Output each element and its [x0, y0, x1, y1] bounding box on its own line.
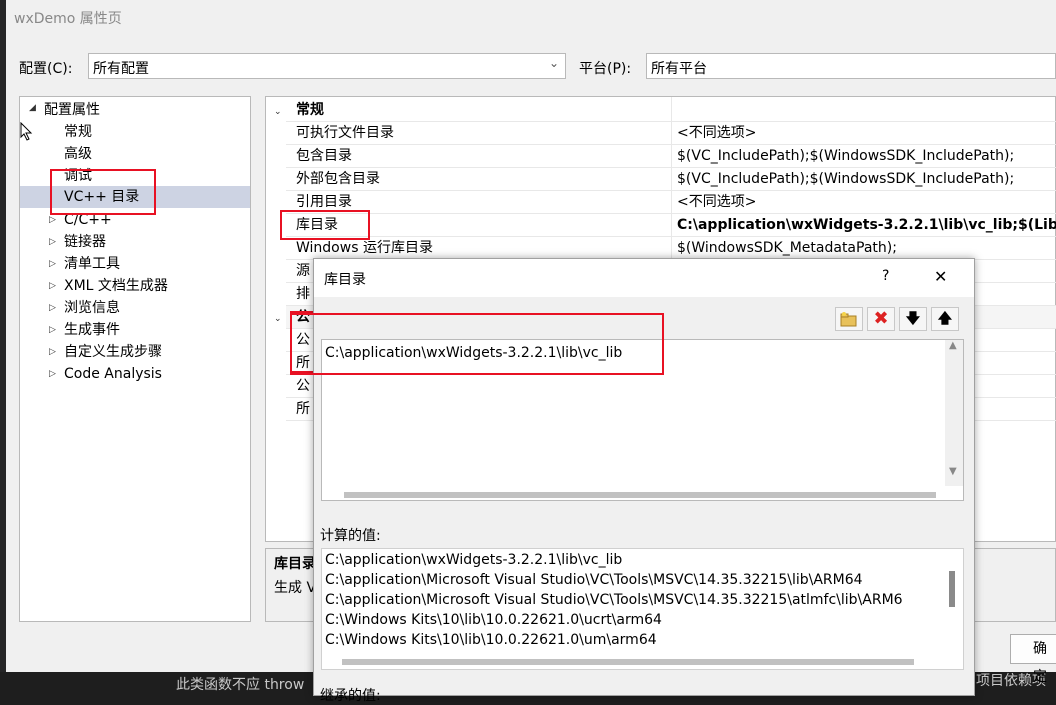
config-combo[interactable]: 所有配置 ⌄ [88, 53, 566, 79]
move-down-button[interactable]: 🡇 [899, 307, 927, 331]
grid-row-value: $(VC_IncludePath);$(WindowsSDK_IncludePa… [677, 148, 1015, 164]
grid-row-value: $(VC_IncludePath);$(WindowsSDK_IncludePa… [677, 171, 1015, 187]
grid-row[interactable]: 包含目录 $(VC_IncludePath);$(WindowsSDK_Inclu… [286, 145, 1056, 168]
tree-item-manifest-tool[interactable]: 清单工具 [64, 253, 120, 275]
delete-line-button[interactable]: ✖ [867, 307, 895, 331]
background-status-text: 此类函数不应 throw [176, 677, 305, 693]
grid-row-value: <不同选项> [677, 194, 757, 210]
tree-item-xml-doc[interactable]: XML 文档生成器 [64, 275, 168, 297]
expand-triangle-icon[interactable]: ▷ [49, 281, 56, 291]
collapse-chevron-icon[interactable]: ⌄ [274, 107, 282, 117]
collapse-chevron-icon[interactable]: ⌄ [274, 314, 282, 324]
config-label: 配置(C): [19, 61, 73, 77]
computed-value: C:\Windows Kits\10\lib\10.0.22621.0\um\a… [325, 632, 657, 648]
horizontal-scrollbar[interactable] [342, 659, 914, 665]
grid-row[interactable]: 可执行文件目录 <不同选项> [286, 122, 1056, 145]
computed-value: C:\Windows Kits\10\lib\10.0.22621.0\ucrt… [325, 612, 662, 628]
arrow-up-icon: 🡅 [937, 311, 953, 327]
grid-row[interactable]: 引用目录 <不同选项> [286, 191, 1056, 214]
delete-icon: ✖ [873, 308, 889, 329]
grid-row-name: 排 [296, 286, 310, 302]
help-button[interactable]: ? [882, 268, 889, 284]
grid-row-value: C:\application\wxWidgets-3.2.2.1\lib\vc_… [677, 217, 1056, 233]
highlight-box [280, 210, 370, 240]
scroll-up-icon[interactable]: ▲ [949, 340, 957, 351]
grid-row-name: 所 [296, 401, 310, 417]
tree-item-code-analysis[interactable]: Code Analysis [64, 363, 162, 385]
move-up-button[interactable]: 🡅 [931, 307, 959, 331]
description-text: 生成 V [274, 580, 317, 596]
computed-value: C:\application\Microsoft Visual Studio\V… [325, 572, 863, 588]
dialog-title: 库目录 [324, 272, 366, 288]
tree-item-general[interactable]: 常规 [64, 121, 92, 143]
highlight-box [290, 313, 664, 375]
grid-row-library-dirs[interactable]: 库目录 C:\application\wxWidgets-3.2.2.1\lib\… [286, 214, 1056, 237]
chevron-down-icon: ⌄ [548, 56, 559, 70]
config-combo-value: 所有配置 [93, 61, 149, 77]
close-button[interactable]: ✕ [934, 267, 947, 286]
computed-value: C:\application\wxWidgets-3.2.2.1\lib\vc_… [325, 552, 623, 568]
section-general[interactable]: 常规 [286, 99, 1056, 122]
grid-row-name: Windows 运行库目录 [296, 240, 433, 256]
mouse-cursor-icon [20, 122, 33, 141]
grid-row-name: 可执行文件目录 [296, 125, 394, 141]
grid-row-name: 外部包含目录 [296, 171, 380, 187]
vertical-scrollbar[interactable]: ▲ ▼ [945, 340, 963, 486]
grid-row[interactable]: 外部包含目录 $(VC_IncludePath);$(WindowsSDK_Inc… [286, 168, 1056, 191]
tree-item-custom-build[interactable]: 自定义生成步骤 [64, 341, 162, 363]
new-folder-icon [840, 312, 857, 327]
platform-combo-value: 所有平台 [651, 61, 707, 77]
highlight-box [50, 169, 156, 215]
library-directories-dialog: 库目录 ? ✕ ✖ 🡇 🡅 C:\application\wxWidgets-3… [290, 258, 975, 704]
vertical-scroll-thumb[interactable] [949, 571, 955, 607]
expand-triangle-icon[interactable]: ▷ [49, 237, 56, 247]
dialog-titlebar: 库目录 ? ✕ [314, 259, 974, 297]
computed-value: C:\application\Microsoft Visual Studio\V… [325, 592, 903, 608]
section-general-label: 常规 [296, 102, 324, 118]
platform-combo[interactable]: 所有平台 [646, 53, 1056, 79]
expand-triangle-icon[interactable]: ▷ [49, 325, 56, 335]
expand-triangle-icon[interactable]: ▷ [49, 259, 56, 269]
grid-row[interactable]: Windows 运行库目录 $(WindowsSDK_MetadataPath); [286, 237, 1056, 260]
scroll-down-icon[interactable]: ▼ [949, 466, 957, 477]
platform-label: 平台(P): [579, 61, 632, 77]
property-tree: ◢ 配置属性 常规 高级 调试 VC++ 目录 ▷ C/C++ ▷ 链接器 ▷ … [19, 96, 251, 622]
grid-row-value: $(WindowsSDK_MetadataPath); [677, 240, 897, 256]
arrow-down-icon: 🡇 [905, 311, 921, 327]
grid-row-value: <不同选项> [677, 125, 757, 141]
grid-row-name: 包含目录 [296, 148, 352, 164]
expand-triangle-icon[interactable]: ◢ [29, 103, 36, 113]
tree-item-advanced[interactable]: 高级 [64, 143, 92, 165]
grid-row-name: 源 [296, 263, 310, 279]
window-title: wxDemo 属性页 [14, 11, 122, 27]
expand-triangle-icon[interactable]: ▷ [49, 303, 56, 313]
tree-item-build-events[interactable]: 生成事件 [64, 319, 120, 341]
new-line-button[interactable] [835, 307, 863, 331]
expand-triangle-icon[interactable]: ▷ [49, 369, 56, 379]
tree-root[interactable]: 配置属性 [44, 99, 100, 121]
expand-triangle-icon[interactable]: ▷ [49, 347, 56, 357]
computed-values-list: C:\application\wxWidgets-3.2.2.1\lib\vc_… [321, 548, 964, 670]
expand-triangle-icon[interactable]: ▷ [49, 215, 56, 225]
inherited-values-label: 继承的值: [320, 688, 381, 704]
computed-values-label: 计算的值: [320, 528, 381, 544]
tree-item-linker[interactable]: 链接器 [64, 231, 106, 253]
description-title: 库目录 [274, 556, 316, 572]
ok-button[interactable]: 确定 [1010, 634, 1056, 685]
horizontal-scrollbar[interactable] [344, 492, 936, 498]
tree-item-browse-info[interactable]: 浏览信息 [64, 297, 120, 319]
grid-row-name: 公 [296, 378, 310, 394]
